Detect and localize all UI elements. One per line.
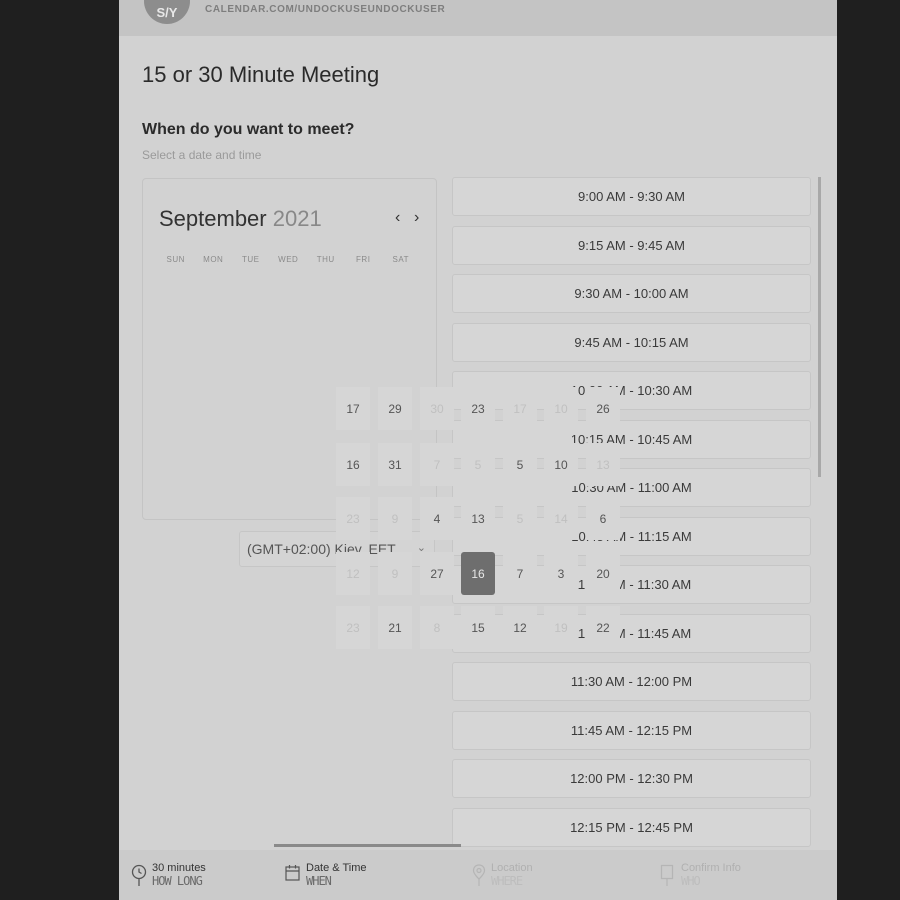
next-month-button[interactable]: › xyxy=(414,209,419,227)
time-slot[interactable]: 12:15 PM - 12:45 PM xyxy=(452,808,811,847)
calendar-day[interactable]: 27 xyxy=(420,552,454,595)
page-title: 15 or 30 Minute Meeting xyxy=(142,62,380,87)
calendar-day[interactable]: 13 xyxy=(461,497,495,540)
calendar-day[interactable]: 3 xyxy=(544,552,578,595)
time-slot-scrollbar[interactable] xyxy=(818,177,821,477)
calendar-day[interactable]: 16 xyxy=(336,443,370,486)
step-label: Location xyxy=(491,862,533,874)
clock-icon xyxy=(131,864,147,886)
calendar-day: 12 xyxy=(336,552,370,595)
weekday-label: SAT xyxy=(392,255,409,264)
time-slot[interactable]: 9:30 AM - 10:00 AM xyxy=(452,274,811,313)
step-duration[interactable]: 30 minutes HOW LONG xyxy=(152,862,206,888)
calendar-day[interactable]: 21 xyxy=(378,606,412,649)
calendar-day: 13 xyxy=(586,443,620,486)
calendar-day: 19 xyxy=(544,606,578,649)
calendar-day[interactable]: 5 xyxy=(503,443,537,486)
step-date-time[interactable]: Date & Time WHEN xyxy=(306,862,367,888)
calendar-day[interactable]: 22 xyxy=(586,606,620,649)
calendar-day: 5 xyxy=(461,443,495,486)
calendar-day[interactable]: 17 xyxy=(336,387,370,430)
time-slot[interactable]: 11:30 AM - 12:00 PM xyxy=(452,662,811,701)
calendar-day: 9 xyxy=(378,552,412,595)
step-sublabel: HOW LONG xyxy=(152,874,203,888)
calendar-day-selected[interactable]: 16 xyxy=(461,552,495,595)
step-label: Date & Time xyxy=(306,862,367,874)
calendar-day: 23 xyxy=(336,606,370,649)
time-slot[interactable]: 11:45 AM - 12:15 PM xyxy=(452,711,811,750)
calendar-day[interactable]: 29 xyxy=(378,387,412,430)
month-label: September 2021 xyxy=(159,206,322,232)
calendar-day[interactable]: 7 xyxy=(503,552,537,595)
calendar-day[interactable]: 10 xyxy=(544,443,578,486)
weekday-label: SUN xyxy=(166,255,185,264)
header-bar: S/Y CALENDAR.COM/UNDOCKUSEUNDOCKUSER xyxy=(119,0,837,36)
map-pin-icon xyxy=(472,864,486,886)
time-slot[interactable]: 9:45 AM - 10:15 AM xyxy=(452,323,811,362)
calendar-day: 30 xyxy=(420,387,454,430)
calendar-day: 23 xyxy=(336,497,370,540)
step-sublabel: WHO xyxy=(681,874,701,888)
weekday-header: SUN MON TUE WED THU FRI SAT xyxy=(157,255,420,264)
step-label: Confirm Info xyxy=(681,862,741,874)
weekday-label: TUE xyxy=(242,255,260,264)
calendar-day[interactable]: 31 xyxy=(378,443,412,486)
calendar-day[interactable]: 12 xyxy=(503,606,537,649)
calendar-url[interactable]: CALENDAR.COM/UNDOCKUSEUNDOCKUSER xyxy=(205,4,445,15)
step-label: 30 minutes xyxy=(152,862,206,874)
calendar-day: 9 xyxy=(378,497,412,540)
step-progress-indicator xyxy=(274,844,461,847)
year-label: 2021 xyxy=(272,206,322,231)
calendar-day[interactable]: 4 xyxy=(420,497,454,540)
step-sublabel: WHEN xyxy=(306,874,332,888)
weekday-label: THU xyxy=(316,255,335,264)
time-slot[interactable]: 9:15 AM - 9:45 AM xyxy=(452,226,811,265)
time-slot[interactable]: 12:00 PM - 12:30 PM xyxy=(452,759,811,798)
prev-month-button[interactable]: ‹ xyxy=(395,209,400,227)
calendar-day: 7 xyxy=(420,443,454,486)
step-sublabel: WHERE xyxy=(491,874,523,888)
calendar-icon xyxy=(285,865,300,881)
step-location[interactable]: Location WHERE xyxy=(491,862,533,888)
form-icon xyxy=(660,864,674,886)
calendar-day[interactable]: 6 xyxy=(586,497,620,540)
weekday-label: FRI xyxy=(356,255,371,264)
section-heading: When do you want to meet? xyxy=(142,121,355,138)
month-name: September xyxy=(159,206,267,231)
calendar-day: 14 xyxy=(544,497,578,540)
avatar[interactable]: S/Y xyxy=(144,0,190,24)
step-confirm-info[interactable]: Confirm Info WHO xyxy=(681,862,741,888)
calendar-day[interactable]: 15 xyxy=(461,606,495,649)
calendar-day: 17 xyxy=(503,387,537,430)
weekday-label: MON xyxy=(203,255,224,264)
calendar-day[interactable]: 23 xyxy=(461,387,495,430)
calendar-day-grid: 17 29 30 23 17 10 26 16 31 7 5 5 10 13 23 9 4 13 5 14 6 12 9 27… xyxy=(336,387,626,657)
calendar-day[interactable]: 20 xyxy=(586,552,620,595)
section-subtitle: Select a date and time xyxy=(142,148,262,162)
calendar-day: 8 xyxy=(420,606,454,649)
calendar-day[interactable]: 26 xyxy=(586,387,620,430)
booking-panel: S/Y CALENDAR.COM/UNDOCKUSEUNDOCKUSER 15 … xyxy=(119,0,837,900)
calendar-day: 10 xyxy=(544,387,578,430)
time-slot[interactable]: 9:00 AM - 9:30 AM xyxy=(452,177,811,216)
weekday-label: WED xyxy=(278,255,299,264)
calendar-day: 5 xyxy=(503,497,537,540)
